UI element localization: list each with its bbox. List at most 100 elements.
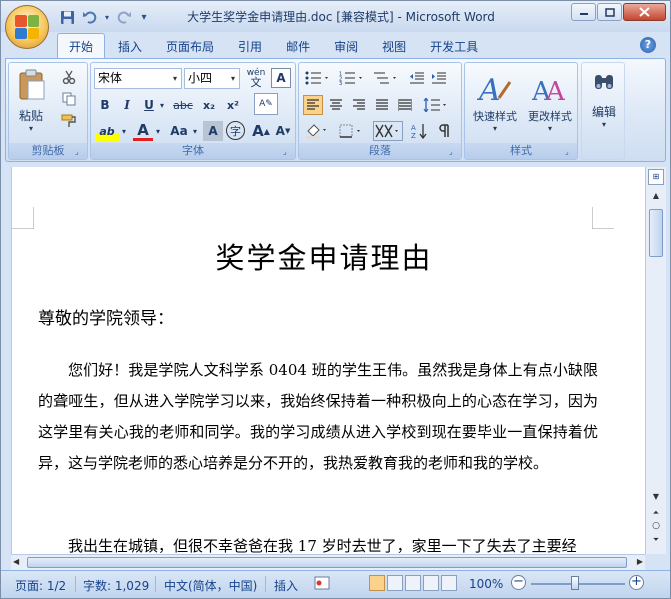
word-count[interactable]: 字数: 1,029 bbox=[83, 577, 149, 594]
bullets-icon[interactable] bbox=[303, 68, 333, 88]
increase-indent-icon[interactable] bbox=[429, 68, 449, 88]
minimize-icon[interactable] bbox=[571, 3, 596, 21]
strikethrough-button[interactable]: abc bbox=[171, 95, 195, 115]
previous-page-icon[interactable]: ⏶ bbox=[649, 506, 663, 520]
page-count[interactable]: 页面: 1/2 bbox=[15, 577, 66, 594]
tab-home[interactable]: 开始 bbox=[57, 33, 106, 58]
distributed-icon[interactable] bbox=[395, 95, 415, 115]
justify-icon[interactable] bbox=[372, 95, 392, 115]
scroll-right-icon[interactable]: ▶ bbox=[637, 557, 643, 566]
horizontal-scroll-thumb[interactable] bbox=[27, 557, 627, 568]
scroll-left-icon[interactable]: ◀ bbox=[13, 557, 19, 566]
cut-icon[interactable] bbox=[59, 67, 79, 87]
full-screen-reading-view-icon[interactable] bbox=[387, 575, 403, 591]
web-layout-view-icon[interactable] bbox=[405, 575, 421, 591]
numbering-icon[interactable]: 123 bbox=[337, 68, 367, 88]
italic-button[interactable]: I bbox=[117, 95, 137, 115]
font-size-combo[interactable]: 小四 ▾ bbox=[184, 68, 240, 89]
align-center-icon[interactable] bbox=[326, 95, 346, 115]
clear-formatting-button[interactable]: A✎ bbox=[254, 93, 278, 115]
bold-button[interactable]: B bbox=[95, 95, 115, 115]
change-case-button[interactable]: Aa bbox=[167, 121, 191, 141]
char-border-icon[interactable]: A bbox=[271, 68, 291, 88]
paragraph-launcher-icon[interactable]: ⌟ bbox=[449, 147, 459, 157]
align-right-icon[interactable] bbox=[349, 95, 369, 115]
customize-arrow-icon[interactable]: ▾ bbox=[137, 8, 151, 26]
enclose-char-button[interactable]: 字 bbox=[226, 121, 245, 140]
styles-launcher-icon[interactable]: ⌟ bbox=[565, 147, 575, 157]
document-page[interactable]: 奖学金申请理由 尊敬的学院领导： 您们好！我是学院人文科学系 0404 班的学生… bbox=[11, 167, 645, 554]
format-painter-icon[interactable] bbox=[59, 111, 79, 131]
font-name-combo[interactable]: 宋体 ▾ bbox=[94, 68, 182, 89]
tab-page-layout[interactable]: 页面布局 bbox=[155, 35, 225, 58]
underline-button[interactable]: U bbox=[139, 95, 159, 115]
ribbon-tabs: 开始 插入 页面布局 引用 邮件 审阅 视图 开发工具 bbox=[57, 33, 489, 58]
asian-layout-icon[interactable] bbox=[373, 121, 403, 141]
char-shading-button[interactable]: A bbox=[203, 121, 223, 141]
superscript-button[interactable]: x² bbox=[223, 95, 243, 115]
undo-icon[interactable] bbox=[80, 8, 100, 26]
undo-dropdown-icon[interactable]: ▾ bbox=[103, 8, 111, 26]
office-button[interactable] bbox=[5, 5, 49, 49]
redo-icon[interactable] bbox=[114, 8, 134, 26]
editing-button[interactable]: 编辑 ▾ bbox=[584, 65, 624, 135]
scroll-down-icon[interactable]: ▼ bbox=[649, 490, 663, 504]
print-layout-view-icon[interactable] bbox=[369, 575, 385, 591]
shrink-font-button[interactable]: A ▼ bbox=[273, 121, 293, 141]
macro-record-icon[interactable] bbox=[314, 576, 330, 593]
highlight-dropdown-icon[interactable]: ▾ bbox=[119, 121, 129, 141]
highlight-button[interactable]: ab bbox=[95, 121, 119, 141]
multilevel-list-icon[interactable] bbox=[371, 68, 401, 88]
font-name-dropdown-icon[interactable]: ▾ bbox=[169, 69, 181, 88]
tab-view[interactable]: 视图 bbox=[371, 35, 417, 58]
tab-mailings[interactable]: 邮件 bbox=[275, 35, 321, 58]
vertical-scroll-thumb[interactable] bbox=[649, 209, 663, 257]
show-marks-icon[interactable] bbox=[433, 121, 453, 141]
font-color-dropdown-icon[interactable]: ▾ bbox=[153, 121, 163, 141]
quick-styles-button[interactable]: A 快速样式 ▾ bbox=[467, 65, 523, 139]
grow-font-button[interactable]: A ▲ bbox=[251, 121, 271, 141]
copy-icon[interactable] bbox=[59, 89, 79, 109]
select-browse-object-icon[interactable]: ○ bbox=[649, 519, 663, 533]
zoom-out-icon[interactable]: − bbox=[511, 575, 526, 590]
subscript-button[interactable]: x₂ bbox=[199, 95, 219, 115]
change-styles-button[interactable]: AA 更改样式 ▾ bbox=[523, 65, 577, 139]
language-indicator[interactable]: 中文(简体，中国) bbox=[164, 577, 257, 594]
paste-button[interactable]: 粘贴 ▾ bbox=[13, 65, 49, 137]
align-left-icon[interactable] bbox=[303, 95, 323, 115]
font-size-dropdown-icon[interactable]: ▾ bbox=[227, 69, 239, 88]
next-page-icon[interactable]: ⏷ bbox=[649, 533, 663, 547]
close-icon[interactable] bbox=[623, 3, 666, 21]
clipboard-launcher-icon[interactable]: ⌟ bbox=[75, 147, 85, 157]
scroll-up-icon[interactable]: ▲ bbox=[649, 189, 663, 203]
tab-insert[interactable]: 插入 bbox=[107, 35, 153, 58]
font-launcher-icon[interactable]: ⌟ bbox=[283, 147, 293, 157]
status-separator bbox=[265, 576, 266, 592]
window-controls bbox=[571, 3, 666, 21]
insert-mode[interactable]: 插入 bbox=[274, 577, 298, 594]
borders-icon[interactable] bbox=[337, 121, 367, 141]
sort-icon[interactable]: AZ bbox=[409, 121, 429, 141]
underline-dropdown-icon[interactable]: ▾ bbox=[157, 95, 167, 115]
font-color-button[interactable]: A bbox=[133, 121, 153, 141]
zoom-level[interactable]: 100% bbox=[469, 577, 503, 591]
save-icon[interactable] bbox=[57, 8, 77, 26]
tab-review[interactable]: 审阅 bbox=[323, 35, 369, 58]
paste-label: 粘贴 bbox=[18, 109, 43, 123]
change-case-dropdown-icon[interactable]: ▾ bbox=[190, 121, 200, 141]
tab-developer[interactable]: 开发工具 bbox=[419, 35, 489, 58]
zoom-slider-thumb[interactable] bbox=[571, 576, 579, 590]
maximize-icon[interactable] bbox=[597, 3, 622, 21]
decrease-indent-icon[interactable] bbox=[407, 68, 427, 88]
phonetic-guide-button[interactable]: wén 文 bbox=[244, 68, 268, 89]
ruler-toggle-icon[interactable]: ⊞ bbox=[648, 169, 664, 185]
outline-view-icon[interactable] bbox=[423, 575, 439, 591]
shading-icon[interactable] bbox=[303, 121, 333, 141]
zoom-in-icon[interactable]: + bbox=[629, 575, 644, 590]
draft-view-icon[interactable] bbox=[441, 575, 457, 591]
tab-references[interactable]: 引用 bbox=[227, 35, 273, 58]
line-spacing-icon[interactable] bbox=[421, 95, 451, 115]
horizontal-scrollbar[interactable]: ◀ ▶ bbox=[11, 554, 645, 570]
vertical-scrollbar[interactable]: ⊞ ▲ ▼ ⏶ ○ ⏷ bbox=[645, 167, 666, 554]
help-icon[interactable]: ? bbox=[640, 37, 656, 53]
